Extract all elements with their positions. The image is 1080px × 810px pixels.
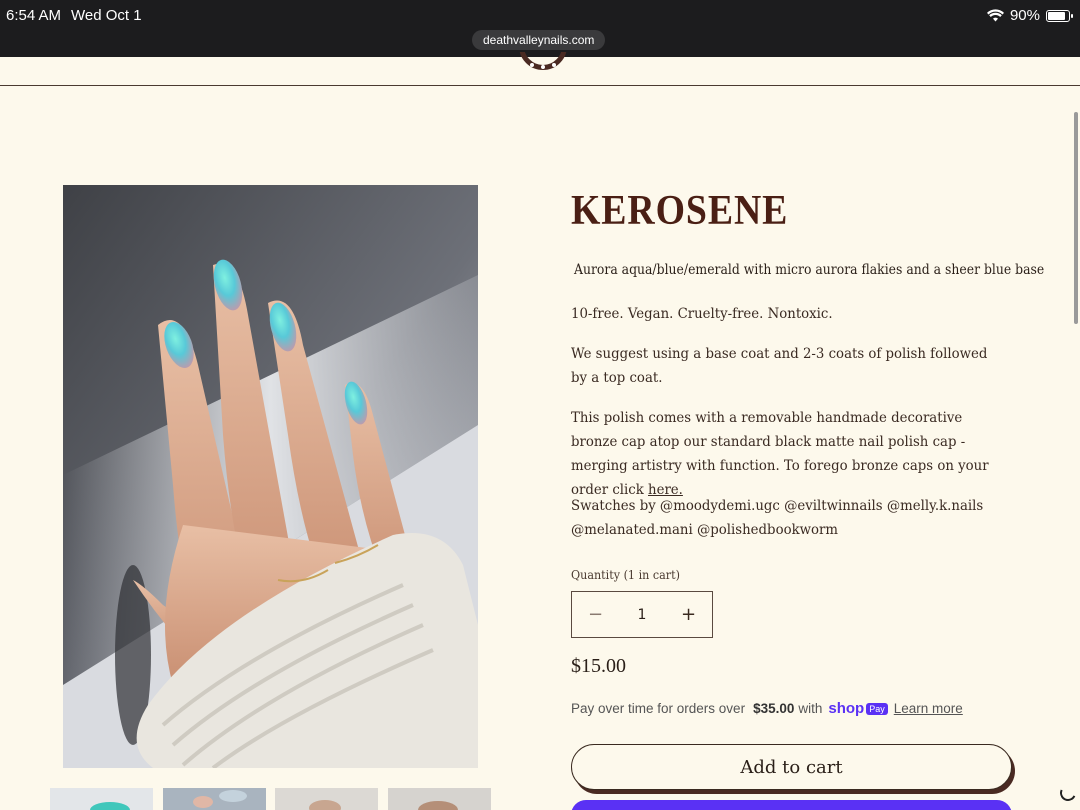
learn-more-link[interactable]: Learn more — [894, 701, 963, 716]
wifi-icon — [986, 9, 1004, 22]
battery-percent: 90% — [1009, 7, 1040, 24]
quantity-input[interactable]: 1 — [619, 607, 665, 623]
quantity-label: Quantity (1 in cart) — [571, 568, 680, 582]
installments-message: Pay over time for orders over $35.00 wit… — [571, 700, 963, 717]
product-features: 10-free. Vegan. Cruelty-free. Nontoxic. — [571, 306, 833, 322]
quantity-minus-button[interactable]: − — [572, 592, 619, 637]
quantity-stepper: − 1 + — [571, 591, 713, 638]
cap-info-text: This polish comes with a removable handm… — [571, 410, 989, 498]
page-scrollbar[interactable] — [1074, 112, 1078, 324]
installments-text: Pay over time for orders over — [571, 701, 746, 716]
product-thumbnail[interactable] — [388, 788, 491, 810]
product-application: We suggest using a base coat and 2-3 coa… — [571, 346, 988, 386]
shop-logo-icon: shop — [828, 700, 865, 717]
status-indicators: 90% — [986, 7, 1073, 24]
shop-pay-badge: Pay — [866, 702, 888, 715]
installments-with: with — [798, 701, 823, 716]
product-tagline: Aurora aqua/blue/emerald with micro auro… — [574, 262, 1045, 278]
product-title: KEROSENE — [571, 188, 789, 234]
status-date: Wed Oct 1 — [71, 7, 142, 24]
hand-photo — [63, 185, 478, 768]
status-bar: 6:54 AM Wed Oct 1 90% deathvalleynails.c… — [0, 0, 1080, 57]
product-thumbnail[interactable] — [163, 788, 266, 810]
product-image[interactable] — [63, 185, 478, 768]
product-cap-info: This polish comes with a removable handm… — [571, 406, 1001, 502]
product-price: $15.00 — [571, 655, 626, 677]
add-to-cart-button[interactable]: Add to cart — [571, 744, 1012, 790]
loading-spinner-icon — [1057, 782, 1079, 804]
status-time: 6:54 AM — [6, 7, 62, 24]
site-logo[interactable] — [516, 52, 570, 72]
battery-icon — [1046, 9, 1073, 22]
url-bar[interactable]: deathvalleynails.com — [472, 30, 606, 50]
product-thumbnail[interactable] — [50, 788, 153, 810]
quantity-plus-button[interactable]: + — [665, 592, 712, 637]
installments-threshold: $35.00 — [753, 701, 795, 716]
product-thumbnail[interactable] — [275, 788, 378, 810]
product-swatches: Swatches by @moodydemi.ugc @eviltwinnail… — [571, 498, 984, 538]
shop-pay-button[interactable] — [571, 800, 1012, 810]
